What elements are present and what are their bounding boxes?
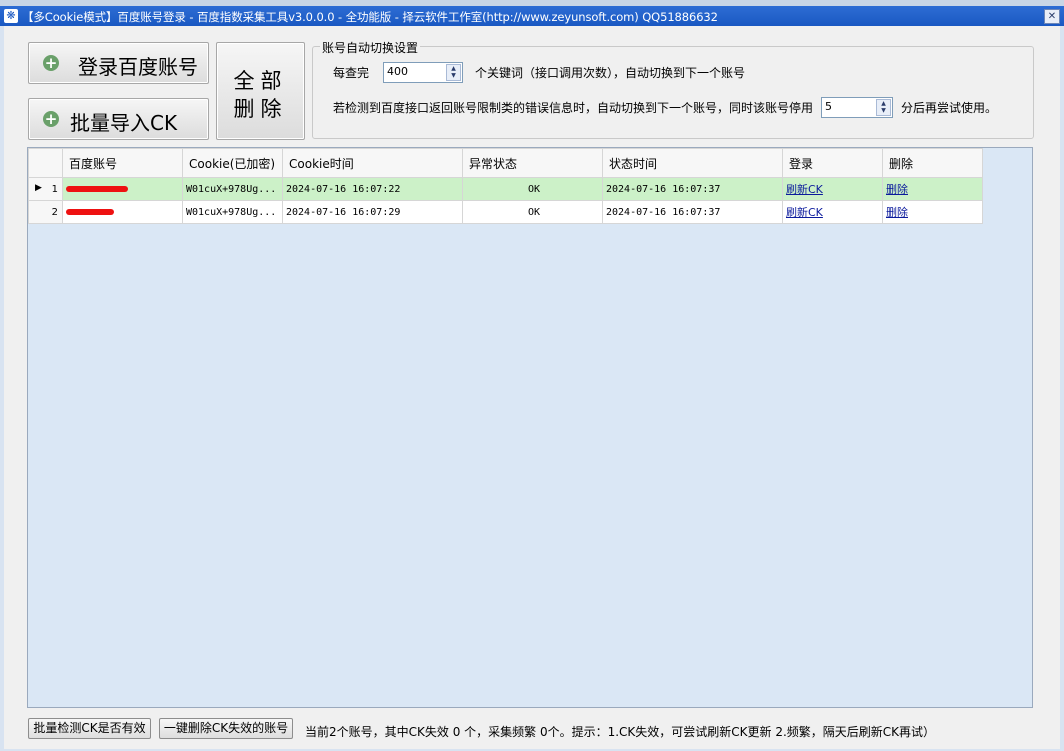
error-pause-value: 5: [825, 100, 832, 113]
account-cell[interactable]: [62, 177, 183, 201]
batch-import-ck-button[interactable]: + 批量导入CK: [28, 98, 209, 140]
col-login[interactable]: 登录: [782, 148, 883, 178]
error-switch-suffix: 分后再尝试使用。: [901, 101, 998, 115]
col-cookie[interactable]: Cookie(已加密): [182, 148, 283, 178]
delete-cell: 删除: [882, 177, 983, 201]
table-row[interactable]: ▶ 1 W01cuX+978Ug... 2024-07-16 16:07:22 O…: [28, 177, 983, 201]
error-pause-spinner[interactable]: 5 ▲ ▼: [821, 97, 893, 118]
status-text: 当前2个账号，其中CK失效 0 个，采集频繁 0个。提示：1.CK失效，可尝试刷…: [305, 725, 936, 739]
cookie-cell[interactable]: W01cuX+978Ug...: [182, 200, 283, 224]
account-cell[interactable]: [62, 200, 183, 224]
import-button-label: 批量导入CK: [70, 111, 178, 135]
refresh-ck-link[interactable]: 刷新CK: [786, 206, 823, 219]
login-baidu-account-button[interactable]: + 登录百度账号: [28, 42, 209, 84]
auto-switch-settings-group: 账号自动切换设置 每查完 400 ▲ ▼ 个关键词（接口调用次数），自动切换到下一…: [312, 39, 1034, 139]
plus-icon: +: [43, 54, 59, 72]
row-header-corner: [28, 148, 63, 178]
spinner-arrows-icon[interactable]: ▲ ▼: [446, 64, 461, 81]
row-header[interactable]: ▶ 1: [28, 177, 63, 201]
login-button-label: 登录百度账号: [78, 55, 198, 79]
table-row[interactable]: 2 W01cuX+978Ug... 2024-07-16 16:07:29 OK…: [28, 200, 983, 224]
current-row-arrow-icon: ▶: [35, 183, 42, 193]
refresh-ck-link[interactable]: 刷新CK: [786, 183, 823, 196]
cookie-time-cell[interactable]: 2024-07-16 16:07:29: [282, 200, 463, 224]
status-cell[interactable]: OK: [462, 177, 603, 201]
row-header[interactable]: 2: [28, 200, 63, 224]
login-cell: 刷新CK: [782, 177, 883, 201]
login-cell: 刷新CK: [782, 200, 883, 224]
col-status-time[interactable]: 状态时间: [602, 148, 783, 178]
cookie-time-cell[interactable]: 2024-07-16 16:07:22: [282, 177, 463, 201]
error-switch-label: 若检测到百度接口返回账号限制类的错误信息时，自动切换到下一个账号，同时该账号停用: [333, 101, 814, 115]
delete-row-link[interactable]: 删除: [886, 206, 908, 219]
spinner-arrows-icon[interactable]: ▲ ▼: [876, 99, 891, 116]
col-baidu-account[interactable]: 百度账号: [62, 148, 183, 178]
delete-all-label-2: 删除: [233, 97, 288, 121]
status-cell[interactable]: OK: [462, 200, 603, 224]
redacted-account-mark: [66, 208, 114, 215]
col-delete[interactable]: 删除: [882, 148, 983, 178]
title-bar[interactable]: ❋ 【多Cookie模式】百度账号登录 - 百度指数采集工具v3.0.0.0 -…: [0, 6, 1064, 26]
main-client-area: + 登录百度账号 + 批量导入CK 全部 删除 账号自动切换设置 每查完 400…: [4, 26, 1060, 749]
account-grid[interactable]: 百度账号 Cookie(已加密) Cookie时间 异常状态 状态时间 登录 删…: [27, 147, 1033, 708]
col-cookie-time[interactable]: Cookie时间: [282, 148, 463, 178]
status-time-cell[interactable]: 2024-07-16 16:07:37: [602, 177, 783, 201]
account-table: 百度账号 Cookie(已加密) Cookie时间 异常状态 状态时间 登录 删…: [28, 148, 983, 224]
delete-cell: 删除: [882, 200, 983, 224]
delete-row-link[interactable]: 删除: [886, 183, 908, 196]
plus-icon: +: [43, 110, 59, 128]
per-query-label: 每查完: [333, 66, 370, 80]
paw-icon: ❋: [4, 9, 18, 23]
settings-group-title: 账号自动切换设置: [320, 39, 421, 56]
table-header-row: 百度账号 Cookie(已加密) Cookie时间 异常状态 状态时间 登录 删…: [28, 148, 983, 178]
delete-invalid-ck-button[interactable]: 一键删除CK失效的账号: [159, 718, 293, 739]
col-error-status[interactable]: 异常状态: [462, 148, 603, 178]
window-title: 【多Cookie模式】百度账号登录 - 百度指数采集工具v3.0.0.0 - 全…: [22, 10, 718, 24]
row-index: 2: [51, 206, 58, 218]
row-index: 1: [51, 183, 58, 195]
delete-all-button[interactable]: 全部 删除: [216, 42, 305, 140]
per-query-suffix: 个关键词（接口调用次数），自动切换到下一个账号: [475, 66, 746, 80]
per-query-spinner[interactable]: 400 ▲ ▼: [383, 62, 463, 83]
batch-check-ck-button[interactable]: 批量检测CK是否有效: [28, 718, 151, 739]
close-button[interactable]: ✕: [1044, 9, 1060, 24]
delete-all-label-1: 全部: [233, 69, 288, 93]
cookie-cell[interactable]: W01cuX+978Ug...: [182, 177, 283, 201]
status-time-cell[interactable]: 2024-07-16 16:07:37: [602, 200, 783, 224]
redacted-account-mark: [66, 185, 128, 192]
per-query-value: 400: [387, 65, 408, 78]
